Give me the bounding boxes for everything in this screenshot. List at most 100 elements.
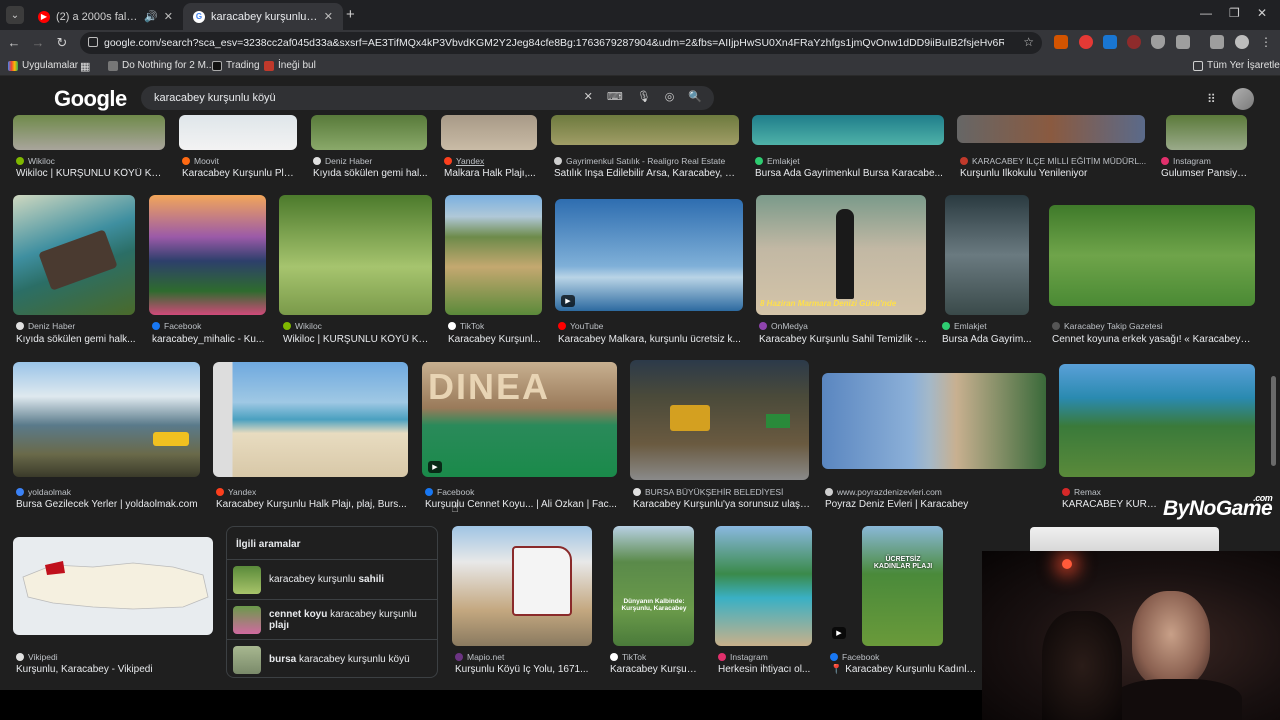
search-icon[interactable]: 🔍 [688,90,702,103]
tab-youtube[interactable]: ▶ (2) a 2000s fall sad playlist - 🔊 ✕ [28,3,183,30]
result-title[interactable]: Kurşunlu, Karacabey - Vikipedi [16,664,216,675]
result-thumbnail[interactable] [213,362,408,477]
bookmark-star-icon[interactable]: ☆ [1023,35,1034,49]
site-info-icon[interactable] [88,37,98,47]
result-title[interactable]: Karacabey Kurşunl... [448,334,543,345]
extension-icon[interactable] [1103,35,1117,49]
result-thumbnail[interactable] [445,195,542,315]
result-thumbnail[interactable]: Dünyanın Kalbinde: Kurşunlu, Karacabey [613,526,694,646]
result-thumbnail[interactable] [1059,364,1255,477]
result-title[interactable]: Poyraz Deniz Evleri | Karacabey [825,499,1045,510]
result-thumbnail[interactable] [1049,205,1255,306]
bookmark-inegi-bul[interactable]: İneği bul [264,60,316,71]
result-thumbnail[interactable]: ÜCRETSİZ KADINLAR PLAJI [862,526,943,646]
minimize-icon[interactable]: — [1200,6,1212,20]
speaker-icon[interactable]: 🔊 [144,10,158,23]
result-thumbnail[interactable] [179,115,297,150]
result-thumbnail[interactable] [13,195,135,315]
close-tab-icon[interactable]: ✕ [324,10,333,23]
result-thumbnail[interactable] [630,360,809,480]
result-title[interactable]: Karacabey Malkara, kurşunlu ücretsiz k..… [558,334,743,345]
result-title[interactable]: Bursa Ada Gayrim... [942,334,1034,345]
puzzle-icon[interactable] [1176,35,1190,49]
profile-icon[interactable] [1235,35,1249,49]
avatar[interactable] [1232,88,1254,110]
result-title[interactable]: Karacabey Kurşunlu'ya sorunsuz ulaşım [633,499,811,510]
result-title[interactable]: Wikiloc | KURŞUNLU KÖYÜ KA... [283,334,433,345]
google-apps-icon[interactable]: ⠿ [1207,92,1216,106]
shield-icon[interactable] [1151,35,1165,49]
lens-icon[interactable]: ◎ [665,90,675,103]
address-bar[interactable]: google.com/search?sca_esv=3238cc2af045d3… [80,32,1042,54]
bookmark-do-nothing[interactable]: Do Nothing for 2 M... [108,60,214,71]
reload-icon[interactable]: ↻ [50,35,74,51]
close-window-icon[interactable]: ✕ [1257,6,1267,20]
result-title[interactable]: Malkara Halk Plajı,... [444,168,539,179]
result-source: Emlakjet [942,321,987,331]
result-title[interactable]: Satılık İnşa Edilebilir Arsa, Karacabey,… [554,168,739,179]
clear-icon[interactable]: ✕ [584,90,593,103]
result-title[interactable]: Kurşunlu İlkokulu Yenileniyor [960,168,1150,179]
close-tab-icon[interactable]: ✕ [164,10,173,23]
back-icon[interactable]: ← [2,35,26,50]
bookmark-apps[interactable]: Uygulamalar [8,60,78,71]
restore-icon[interactable]: ❐ [1229,6,1240,20]
result-title[interactable]: 📍 Karacabey Kurşunlu Kadınla... [830,664,978,675]
bookmark-label: İneği bul [278,60,316,71]
microphone-icon[interactable]: 🎙 [637,90,651,103]
forward-icon[interactable]: → [26,35,50,50]
extension-icon[interactable] [1127,35,1141,49]
result-thumbnail[interactable] [551,115,739,145]
grid-icon[interactable]: ▦ [80,60,90,73]
scrollbar-thumb[interactable] [1271,376,1276,466]
result-thumbnail[interactable] [13,537,213,635]
result-title[interactable]: karacabey_mihalic - Ku... [152,334,267,345]
extension-icon[interactable] [1054,35,1068,49]
result-thumbnail[interactable] [441,115,537,150]
result-thumbnail[interactable]: ▶ [555,199,743,311]
result-title[interactable]: Kıyıda sökülen gemi halk... [16,334,136,345]
result-thumbnail[interactable] [957,115,1145,143]
result-thumbnail[interactable] [149,195,266,315]
keyboard-icon[interactable]: ⌨ [607,90,623,103]
result-thumbnail[interactable] [13,115,165,150]
result-title[interactable]: Gulumser Pansiyo... [1161,168,1251,179]
result-thumbnail[interactable] [279,195,432,315]
bookmark-trading[interactable]: Trading [212,60,260,71]
result-title[interactable]: Karacabey Kurşunlu Pla... [182,168,297,179]
result-thumbnail[interactable] [752,115,944,145]
result-thumbnail[interactable] [1166,115,1247,150]
result-thumbnail[interactable] [945,195,1029,315]
menu-icon[interactable]: ⋮ [1260,35,1272,49]
result-thumbnail[interactable] [452,526,592,646]
result-title[interactable]: Kurşunlu Köyü İç Yolu, 1671... [455,664,595,675]
result-title[interactable]: KARACABEY KURŞUNLU'DA DENİZE... [1062,499,1162,510]
result-thumbnail[interactable] [1030,527,1219,551]
result-thumbnail[interactable] [822,373,1046,469]
result-thumbnail[interactable]: DINEA ▶ [422,362,617,477]
result-title[interactable]: Karacabey Kurşunl... [610,664,702,675]
result-title[interactable]: Karacabey Kurşunlu Sahil Temizlik -... [759,334,927,345]
result-title[interactable]: Bursa Gezilecek Yerler | yoldaolmak.com [16,499,206,510]
search-input[interactable]: karacabey kurşunlu köyü ✕ ⌨ 🎙 ◎ 🔍 [141,86,714,110]
result-thumbnail[interactable]: 8 Haziran Marmara Denizi Günü'nde [756,195,926,315]
related-search-item[interactable]: bursa karacabey kurşunlu köyü [227,639,437,679]
result-thumbnail[interactable] [13,362,200,477]
google-logo[interactable]: Google [54,86,127,112]
result-title[interactable]: Cennet koyuna erkek yasağı! « Karacabey … [1052,334,1252,345]
related-search-item[interactable]: cennet koyu karacabey kurşunlu plajı [227,599,437,639]
result-title[interactable]: Bursa Ada Gayrimenkul Bursa Karacabe... [755,168,945,179]
result-title[interactable]: Kıyıda sökülen gemi hal... [313,168,428,179]
extension-icon[interactable] [1079,35,1093,49]
related-search-item[interactable]: karacabey kurşunlu sahili [227,559,437,599]
result-title[interactable]: Herkesin ihtiyacı ol... [718,664,813,675]
result-title[interactable]: Wikiloc | KURŞUNLU KÖYÜ KA... [16,168,166,179]
tab-google[interactable]: G karacabey kurşunlu köyü - Goo ✕ [183,3,343,30]
reading-list-icon[interactable] [1210,35,1224,49]
result-thumbnail[interactable] [715,526,812,646]
all-bookmarks[interactable]: Tüm Yer İşaretleri [1193,60,1280,71]
result-title[interactable]: Karacabey Kurşunlu Halk Plajı, plaj, Bur… [216,499,411,510]
result-thumbnail[interactable] [311,115,427,150]
new-tab-button[interactable]: + [346,6,355,23]
tab-search-button[interactable]: ⌄ [6,6,24,24]
